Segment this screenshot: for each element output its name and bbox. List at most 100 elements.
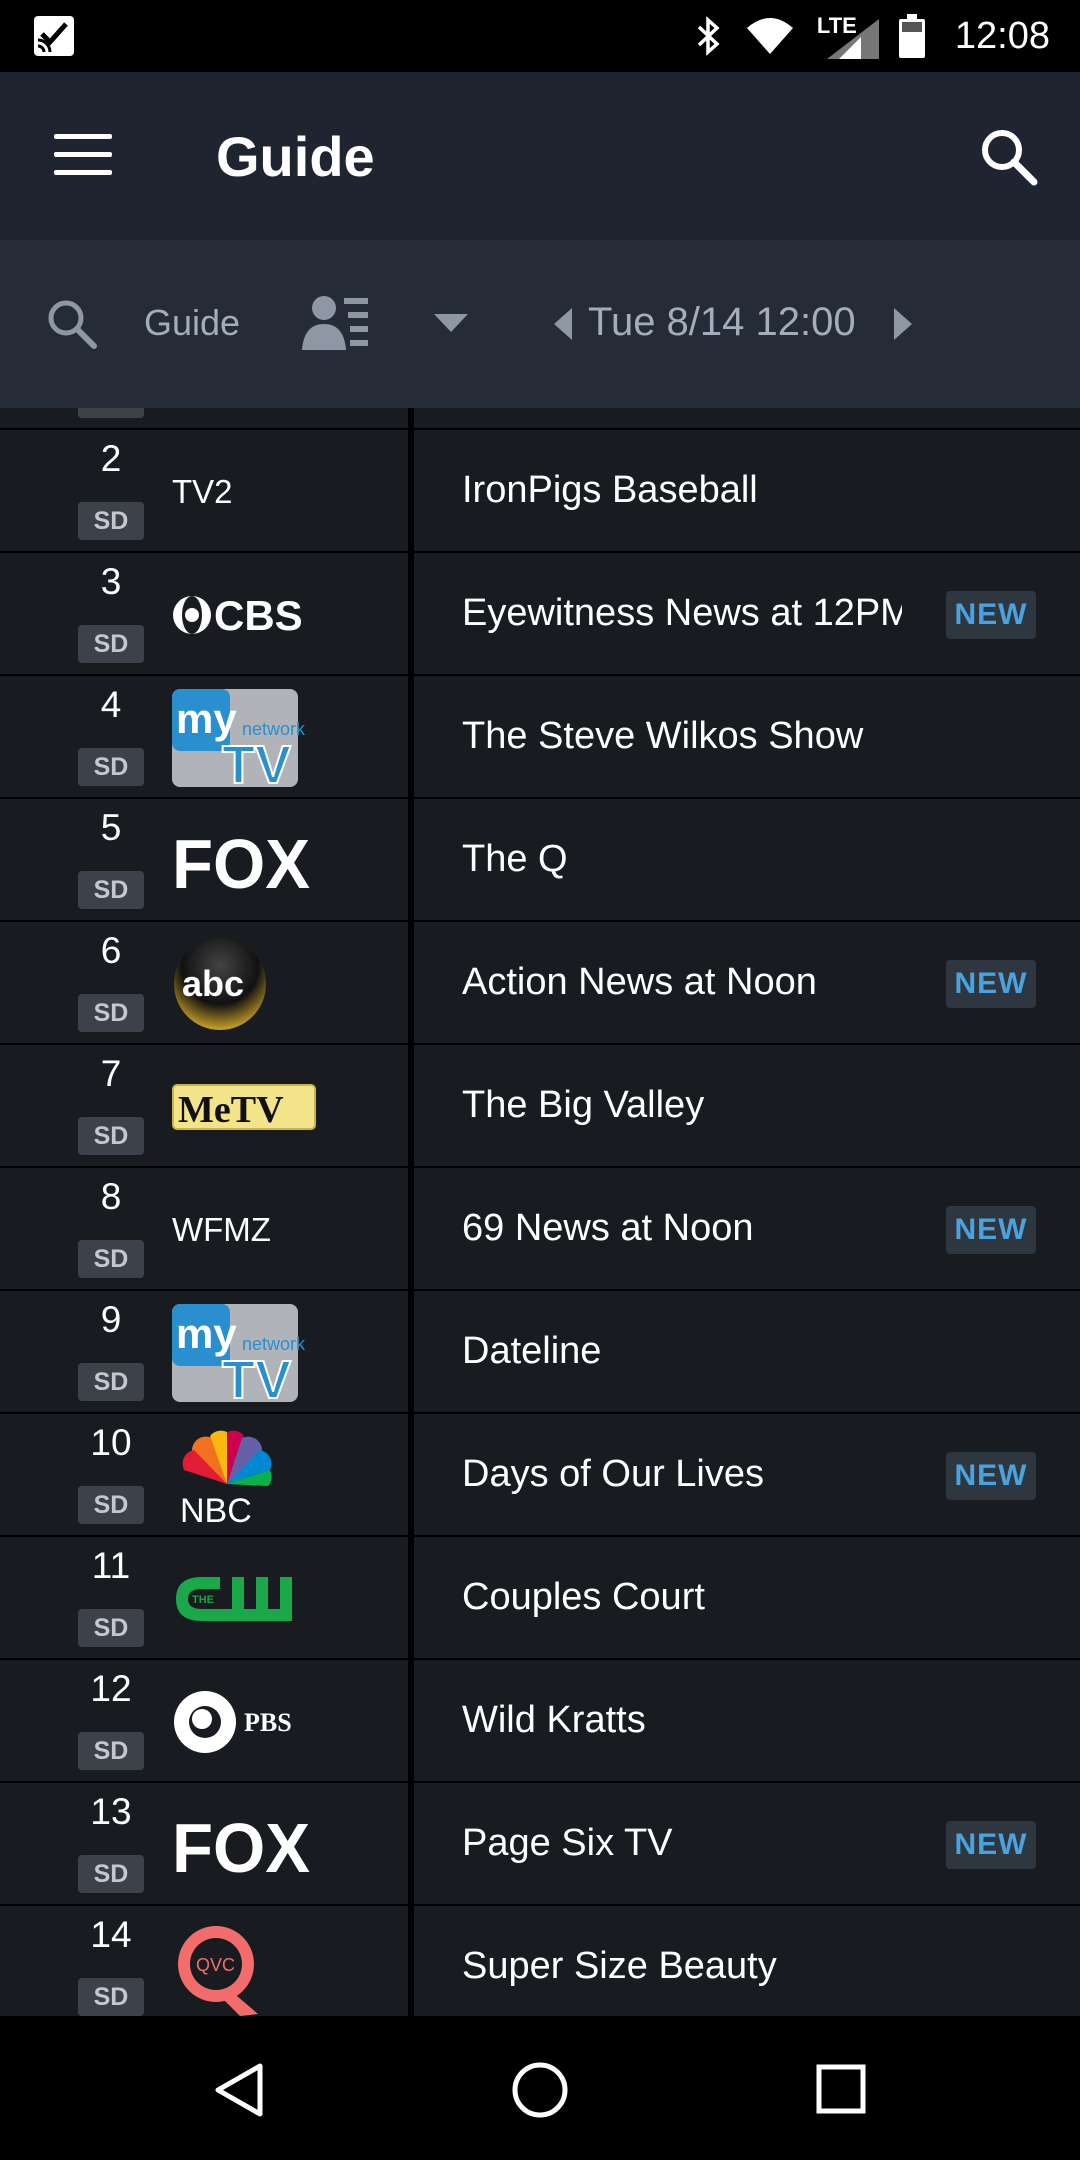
contacts-list-icon[interactable]: [300, 292, 370, 354]
program-cell[interactable]: Page Six TV NEW: [414, 1783, 1080, 1904]
channel-row[interactable]: 7 SD MeTV The Big Valley: [0, 1045, 1080, 1166]
channel-logo: THE: [172, 1551, 322, 1647]
channel-number: 14: [90, 1914, 132, 1955]
channel-number: 6: [100, 930, 122, 971]
program-cell[interactable]: Action News at Noon NEW: [414, 922, 1080, 1043]
channel-row[interactable]: 14 SD QVC Super Size Beauty: [0, 1906, 1080, 2016]
lte-signal-icon: LTE: [817, 13, 879, 59]
channel-cell[interactable]: 14 SD QVC: [0, 1906, 408, 2016]
program-title: Super Size Beauty: [462, 1945, 777, 1987]
home-icon[interactable]: [510, 2060, 570, 2120]
program-cell[interactable]: Dateline: [414, 1291, 1080, 1412]
channel-cell[interactable]: 12 SD PBS: [0, 1660, 408, 1781]
channel-name: TV2: [172, 473, 233, 510]
program-title: Wild Kratts: [462, 1699, 646, 1741]
program-cell[interactable]: Couples Court: [414, 1537, 1080, 1658]
program-title: Dateline: [462, 1330, 602, 1372]
program-cell[interactable]: Eyewitness News at 12PM NEW: [414, 553, 1080, 674]
channel-logo: WFMZ: [172, 1182, 322, 1278]
channel-number: 9: [100, 1299, 122, 1340]
sd-badge: SD: [78, 871, 144, 909]
channel-cell[interactable]: 6 SD abc: [0, 922, 408, 1043]
channel-cell[interactable]: 10 SD NBC: [0, 1414, 408, 1535]
channel-cell[interactable]: 5 SD FOX: [0, 799, 408, 920]
channel-number: 3: [100, 561, 122, 602]
program-cell[interactable]: Wild Kratts: [414, 1660, 1080, 1781]
search-icon[interactable]: [978, 126, 1040, 188]
program-cell[interactable]: The Q: [414, 799, 1080, 920]
channel-cell[interactable]: 9 SD my TV network: [0, 1291, 408, 1412]
svg-text:THE: THE: [192, 1594, 214, 1606]
partial-row: [0, 408, 1080, 428]
channel-logo: PBS: [172, 1674, 322, 1770]
program-cell[interactable]: Days of Our Lives NEW: [414, 1414, 1080, 1535]
cast-check-icon: [34, 16, 74, 56]
channel-row[interactable]: 3 SD CBS Eyewitness News at 12PM NEW: [0, 553, 1080, 674]
channel-cell[interactable]: 11 SD THE: [0, 1537, 408, 1658]
next-time-icon[interactable]: [892, 306, 914, 342]
date-time-selector[interactable]: Tue 8/14 12:00: [588, 300, 856, 345]
chevron-down-icon[interactable]: [432, 312, 470, 334]
sd-badge: SD: [78, 1117, 144, 1155]
channel-logo: CBS: [172, 567, 322, 663]
new-badge: NEW: [946, 591, 1036, 639]
page-title: Guide: [216, 125, 375, 188]
channel-row[interactable]: 10 SD NBC Days of Our Lives NEW: [0, 1414, 1080, 1535]
channel-cell[interactable]: 4 SD my TV network: [0, 676, 408, 797]
channel-logo: FOX: [172, 1797, 322, 1893]
app-bar: Guide: [0, 72, 1080, 240]
channel-number: 13: [90, 1791, 132, 1832]
channel-cell[interactable]: 3 SD CBS: [0, 553, 408, 674]
sd-badge: SD: [78, 748, 144, 786]
program-cell[interactable]: Super Size Beauty: [414, 1906, 1080, 2016]
channel-logo: my TV network: [172, 1304, 322, 1402]
program-cell[interactable]: IronPigs Baseball: [414, 430, 1080, 551]
channel-row[interactable]: 9 SD my TV network Dateline: [0, 1291, 1080, 1412]
channel-number: 2: [100, 438, 122, 479]
svg-text:NBC: NBC: [180, 1492, 252, 1526]
filter-input[interactable]: Guide: [144, 302, 240, 344]
program-title: Eyewitness News at 12PM: [462, 592, 902, 634]
guide-list[interactable]: 2 SD TV2 IronPigs Baseball 3 SD CBS Eyew…: [0, 408, 1080, 2016]
program-cell[interactable]: The Big Valley: [414, 1045, 1080, 1166]
svg-text:FOX: FOX: [172, 1812, 310, 1878]
svg-text:FOX: FOX: [172, 828, 310, 894]
sd-badge: SD: [78, 1855, 144, 1893]
channel-logo: QVC: [172, 1920, 322, 2016]
program-cell[interactable]: 69 News at Noon NEW: [414, 1168, 1080, 1289]
program-title: Page Six TV: [462, 1822, 673, 1864]
program-cell[interactable]: The Steve Wilkos Show: [414, 676, 1080, 797]
previous-time-icon[interactable]: [552, 306, 574, 342]
svg-text:TV: TV: [222, 1350, 291, 1402]
channel-row[interactable]: 11 SD THE Couples Court: [0, 1537, 1080, 1658]
new-badge: NEW: [946, 1821, 1036, 1869]
sd-badge: SD: [78, 1609, 144, 1647]
svg-text:network: network: [242, 1334, 306, 1354]
channel-row[interactable]: 4 SD my TV network The Steve Wilkos Show: [0, 676, 1080, 797]
channel-row[interactable]: 5 SD FOX The Q: [0, 799, 1080, 920]
program-title: Action News at Noon: [462, 961, 817, 1003]
back-icon[interactable]: [212, 2062, 268, 2118]
battery-icon: [898, 14, 925, 58]
channel-row[interactable]: 13 SD FOX Page Six TV NEW: [0, 1783, 1080, 1904]
recents-icon[interactable]: [816, 2064, 866, 2114]
channel-logo: my TV network: [172, 689, 322, 787]
channel-cell[interactable]: 2 SD TV2: [0, 430, 408, 551]
channel-cell[interactable]: 8 SD WFMZ: [0, 1168, 408, 1289]
channel-cell[interactable]: 7 SD MeTV: [0, 1045, 408, 1166]
channel-row[interactable]: 2 SD TV2 IronPigs Baseball: [0, 430, 1080, 551]
sd-badge: SD: [78, 1240, 144, 1278]
channel-row[interactable]: 6 SD abc Action News at Noon NEW: [0, 922, 1080, 1043]
channel-cell[interactable]: 13 SD FOX: [0, 1783, 408, 1904]
svg-text:CBS: CBS: [214, 592, 303, 639]
menu-icon[interactable]: [54, 134, 112, 178]
channel-row[interactable]: 12 SD PBS Wild Kratts: [0, 1660, 1080, 1781]
channel-logo: FOX: [172, 813, 322, 909]
program-title: IronPigs Baseball: [462, 469, 758, 511]
status-bar: LTE 12:08: [0, 0, 1080, 72]
clock: 12:08: [954, 14, 1050, 57]
channel-row[interactable]: 8 SD WFMZ 69 News at Noon NEW: [0, 1168, 1080, 1289]
bluetooth-icon: [697, 16, 720, 56]
channel-number: 10: [90, 1422, 132, 1463]
filter-search-icon[interactable]: [44, 296, 100, 352]
